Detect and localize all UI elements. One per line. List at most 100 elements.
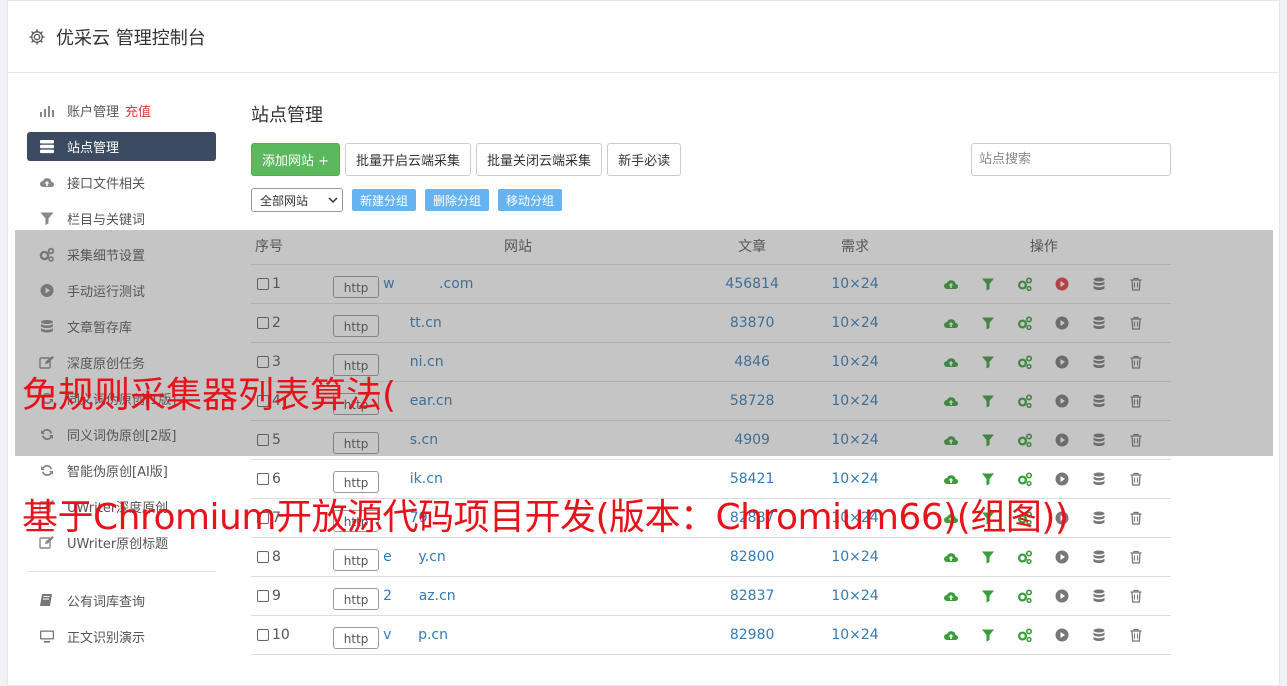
database-icon[interactable]	[1091, 627, 1107, 643]
filter-icon[interactable]	[980, 471, 996, 487]
row-index: 10	[272, 626, 290, 643]
filter-icon	[38, 211, 56, 227]
sidebar-item-label: 栏目与关键词	[67, 213, 146, 228]
site-url-link[interactable]: e y.cn	[383, 549, 446, 565]
row-checkbox[interactable]	[257, 550, 269, 563]
add-site-button[interactable]: 添加网站 +	[251, 142, 341, 176]
batch-open-cloud-button[interactable]: 批量开启云端采集	[345, 142, 472, 176]
sidebar-item-label: 账户管理	[67, 105, 120, 120]
site-url-link[interactable]: v p.cn	[383, 627, 448, 643]
sidebar-item[interactable]: 正文识别演示	[27, 622, 216, 651]
trash-icon[interactable]	[1128, 627, 1144, 643]
cogs-icon[interactable]	[1017, 588, 1033, 604]
sidebar-item-label: 正文识别演示	[67, 631, 146, 646]
cloud-upload-icon[interactable]	[943, 471, 959, 487]
play-circle-icon[interactable]	[1054, 627, 1070, 643]
group-select-value: 全部网站	[260, 193, 309, 208]
filter-icon[interactable]	[980, 588, 996, 604]
database-icon[interactable]	[1091, 549, 1107, 565]
watermark-line-1: 免规则采集器列表算法(	[22, 375, 397, 416]
site-cell: http 2 az.cn	[325, 576, 711, 616]
refresh-icon	[38, 463, 56, 479]
row-index: 9	[272, 587, 281, 604]
row-index-cell: 9	[251, 576, 326, 616]
new-group-button[interactable]: 新建分组	[352, 189, 417, 211]
actions-cell	[916, 615, 1171, 655]
cloud-upload-icon	[38, 175, 56, 191]
scheme-badge[interactable]: http	[333, 626, 380, 649]
recharge-link[interactable]: 充值	[125, 101, 151, 120]
row-index: 6	[272, 470, 281, 487]
sidebar-item[interactable]: 站点管理	[27, 132, 216, 161]
article-count[interactable]: 82800	[710, 537, 794, 577]
sidebar-item[interactable]: 栏目与关键词	[27, 204, 216, 233]
actions-cell	[916, 576, 1171, 616]
row-index: 8	[272, 548, 281, 565]
row-checkbox[interactable]	[257, 628, 269, 641]
move-group-button[interactable]: 移动分组	[498, 189, 563, 211]
sidebar-item[interactable]: 公有词库查询	[27, 586, 216, 615]
row-checkbox[interactable]	[257, 589, 269, 602]
trash-icon[interactable]	[1128, 549, 1144, 565]
monitor-icon	[38, 629, 56, 645]
sidebar-item[interactable]: 接口文件相关	[27, 168, 216, 197]
sidebar-divider	[27, 571, 216, 572]
delete-group-button[interactable]: 删除分组	[425, 189, 490, 211]
cogs-icon[interactable]	[1017, 471, 1033, 487]
play-circle-icon[interactable]	[1054, 549, 1070, 565]
actions-cell	[916, 537, 1171, 577]
trash-icon[interactable]	[1128, 510, 1144, 526]
sidebar-item-label: 接口文件相关	[67, 177, 146, 192]
database-icon[interactable]	[1091, 588, 1107, 604]
bar-chart-icon	[38, 103, 56, 119]
book-icon	[38, 593, 56, 609]
sidebar-item[interactable]: 智能伪原创[AI版]	[27, 456, 216, 485]
database-icon[interactable]	[1091, 510, 1107, 526]
demand-value[interactable]: 10×24	[793, 615, 917, 655]
sidebar-item-label: 站点管理	[67, 141, 120, 156]
table-row: 10 http v p.cn 82980 10×24	[251, 615, 1171, 655]
sidebar-item-label: 智能伪原创[AI版]	[67, 465, 168, 480]
batch-close-cloud-button[interactable]: 批量关闭云端采集	[476, 142, 603, 176]
article-count[interactable]: 82980	[710, 615, 794, 655]
header: 优采云 管理控制台	[8, 1, 1279, 73]
cloud-upload-icon[interactable]	[943, 627, 959, 643]
group-select[interactable]: 全部网站	[251, 188, 343, 212]
article-count[interactable]: 82837	[710, 576, 794, 616]
table-row: 9 http 2 az.cn 82837 10×24	[251, 576, 1171, 616]
play-circle-icon[interactable]	[1054, 471, 1070, 487]
cloud-upload-icon[interactable]	[943, 549, 959, 565]
trash-icon[interactable]	[1128, 588, 1144, 604]
app-title: 优采云 管理控制台	[56, 27, 206, 49]
site-cell: http v p.cn	[325, 615, 711, 655]
chevron-down-icon	[328, 197, 338, 204]
row-checkbox[interactable]	[257, 472, 269, 485]
page-title: 站点管理	[251, 105, 323, 126]
toolbar: 添加网站 + 批量开启云端采集 批量关闭云端采集 新手必读	[251, 142, 1171, 176]
site-url-link[interactable]: ik.cn	[383, 471, 443, 487]
cogs-icon[interactable]	[1017, 549, 1033, 565]
cogs-icon[interactable]	[1017, 627, 1033, 643]
site-url-link[interactable]: 2 az.cn	[383, 588, 456, 604]
play-circle-icon[interactable]	[1054, 588, 1070, 604]
group-toolbar: 全部网站 新建分组 删除分组 移动分组	[251, 188, 1171, 212]
demand-value[interactable]: 10×24	[793, 576, 917, 616]
newbie-guide-button[interactable]: 新手必读	[607, 142, 682, 176]
dark-overlay-band	[15, 230, 1273, 456]
site-cell: http e y.cn	[325, 537, 711, 577]
filter-icon[interactable]	[980, 549, 996, 565]
row-index-cell: 8	[251, 537, 326, 577]
gear-icon	[29, 28, 45, 45]
table-row: 8 http e y.cn 82800 10×24	[251, 537, 1171, 577]
demand-value[interactable]: 10×24	[793, 537, 917, 577]
scheme-badge[interactable]: http	[333, 548, 380, 571]
scheme-badge[interactable]: http	[333, 587, 380, 610]
server-icon	[38, 139, 56, 155]
filter-icon[interactable]	[980, 627, 996, 643]
database-icon[interactable]	[1091, 471, 1107, 487]
watermark-line-2: 基于Chromium开放源代码项目开发(版本：Chromium66)(组图))	[22, 497, 1069, 538]
cloud-upload-icon[interactable]	[943, 588, 959, 604]
trash-icon[interactable]	[1128, 471, 1144, 487]
sidebar-item[interactable]: 账户管理 充值	[27, 96, 216, 125]
site-search-input[interactable]	[971, 142, 1171, 176]
